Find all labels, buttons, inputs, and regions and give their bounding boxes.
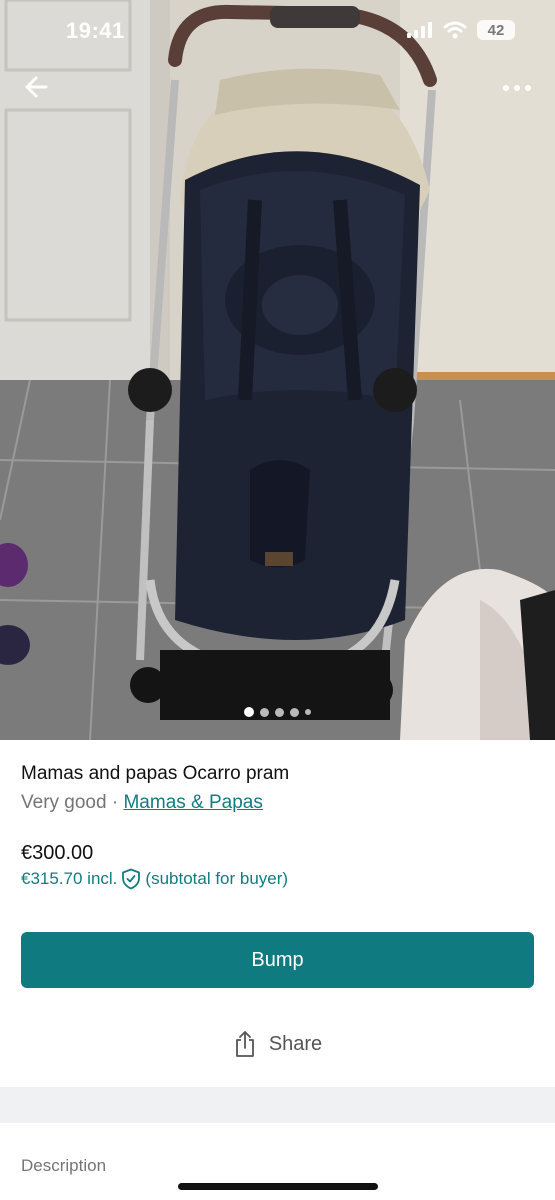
carousel-dot[interactable] xyxy=(260,707,269,717)
back-button[interactable] xyxy=(22,72,52,102)
status-bar: 19:41 42 xyxy=(0,0,555,64)
buyer-price-row[interactable]: €315.70 incl. (subtotal for buyer) xyxy=(21,868,534,890)
home-indicator[interactable] xyxy=(178,1183,378,1190)
status-icons: 42 xyxy=(407,20,515,40)
share-button[interactable]: Share xyxy=(0,1030,555,1058)
brand-link[interactable]: Mamas & Papas xyxy=(123,792,262,813)
signal-icon xyxy=(407,22,432,38)
pram-photo-image xyxy=(0,0,555,740)
carousel-dot[interactable] xyxy=(290,707,299,717)
shield-check-icon xyxy=(122,868,141,890)
carousel-dot[interactable] xyxy=(244,707,254,717)
description-heading: Description xyxy=(21,1156,107,1175)
carousel-indicator xyxy=(0,707,555,717)
more-icon xyxy=(503,85,531,91)
carousel-dot[interactable] xyxy=(305,709,311,715)
condition-label: Very good xyxy=(21,792,107,813)
carousel-dot[interactable] xyxy=(275,707,284,717)
listing-photo[interactable]: 19:41 42 xyxy=(0,0,555,740)
buyer-price-note: (subtotal for buyer) xyxy=(145,869,289,888)
subtitle-separator: · xyxy=(106,792,124,813)
listing-title: Mamas and papas Ocarro pram xyxy=(21,763,290,784)
battery-indicator: 42 xyxy=(477,20,515,40)
more-options-button[interactable] xyxy=(501,76,533,100)
share-label: Share xyxy=(268,1032,323,1055)
listing-price: €300.00 xyxy=(21,842,94,864)
listing-subtitle: Very good · Mamas & Papas xyxy=(21,788,534,818)
listing-info: Mamas and papas Ocarro pram Very good · … xyxy=(21,760,534,890)
wifi-icon xyxy=(443,21,467,39)
section-divider xyxy=(0,1087,555,1123)
status-time: 19:41 xyxy=(66,18,125,43)
buyer-price: €315.70 incl. xyxy=(21,869,118,888)
back-arrow-icon xyxy=(25,76,48,98)
share-icon xyxy=(235,1031,254,1057)
bump-button[interactable]: Bump xyxy=(21,932,534,988)
